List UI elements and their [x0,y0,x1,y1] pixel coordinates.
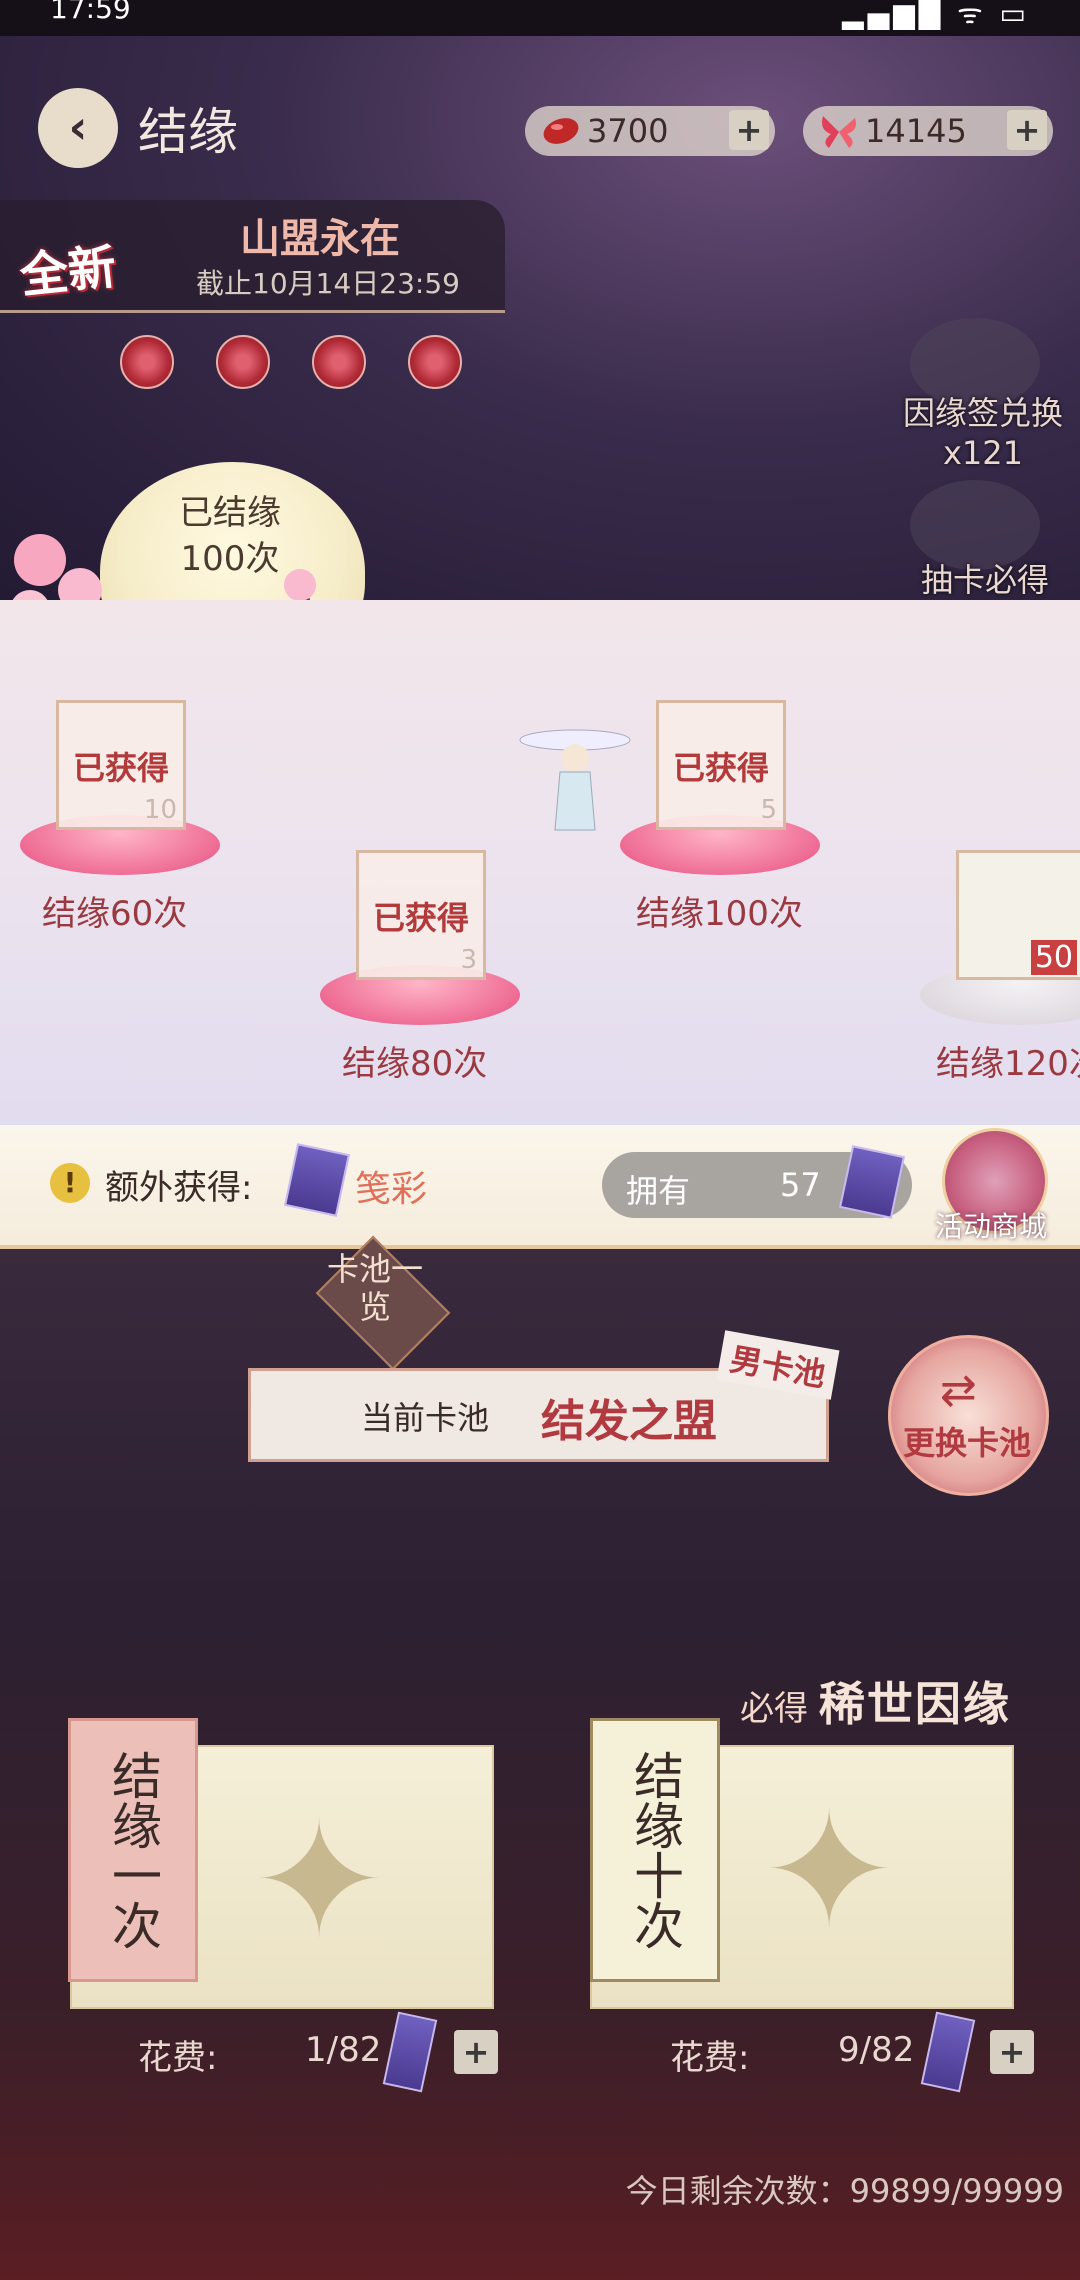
extra-label: 额外获得: [105,1168,253,1208]
draw-once-label: 结缘一次 [68,1718,198,1982]
draw-ten-label: 结缘十次 [590,1718,720,1982]
event-shop-label: 活动商城 [935,1210,1048,1243]
butterfly-icon [822,116,856,148]
add-ticket-button[interactable]: + [990,2030,1034,2074]
flower-dot [216,335,270,389]
reward-card[interactable]: 已获得 5 [656,700,786,830]
red-gem-icon [543,118,579,144]
milestone-label: 结缘120次 [936,1044,1080,1084]
guarantee-label: 必得 稀世因缘 [740,1677,1011,1731]
flower-dot [312,335,366,389]
add-butterfly-button[interactable]: + [1007,110,1047,150]
cost-label: 花费: [670,2038,750,2078]
status-icons: ▂▄▆█ ᯤ ▭ [842,0,1030,30]
cost-label: 花费: [138,2038,218,2078]
milestone-label: 结缘80次 [342,1044,488,1084]
chevron-left-icon: ‹ [68,100,88,154]
page-title: 结缘 [138,103,238,161]
maple-leaf-icon: ✦ [252,1787,387,1974]
remaining-draws: 今日剩余次数：99899/99999 [625,2172,1064,2210]
status-bar: 17:59 ▂▄▆█ ᯤ ▭ [0,0,1080,36]
cost-value: 1/82 [305,2030,382,2070]
status-time: 17:59 [50,0,131,25]
reward-card[interactable]: 50 [956,850,1080,980]
currency-gem: 3700 + [525,106,775,156]
flower-dot [408,335,462,389]
butterfly-count: 14145 [865,112,967,150]
cost-value: 9/82 [838,2030,915,2070]
character-sprite-icon [519,729,631,831]
exchange-label: 因缘签兑换 x121 [902,394,1063,472]
flower-dot [120,335,174,389]
switch-icon: ⇄ [940,1365,977,1416]
add-gem-button[interactable]: + [729,110,769,150]
new-badge: 全新 [17,238,119,305]
guaranteed-draw-label: 抽卡必得 [920,561,1049,599]
reward-card[interactable]: 已获得 10 [56,700,186,830]
maple-leaf-icon: ✦ [762,1777,897,1964]
event-title: 山盟永在 [240,215,400,262]
switch-pool-label: 更换卡池 [903,1424,1032,1462]
info-icon[interactable]: ! [50,1163,90,1203]
back-button[interactable]: ‹ [38,88,118,168]
extra-item-name: 笺彩 [355,1169,428,1210]
reward-card[interactable]: 已获得 3 [356,850,486,980]
pool-preview-label: 卡池一览 [326,1250,423,1326]
milestone-label: 结缘100次 [636,894,803,934]
gem-count: 3700 [587,112,669,150]
event-deadline: 截止10月14日23:59 [196,267,460,300]
currency-butterfly: 14145 + [803,106,1053,156]
milestone-label: 结缘60次 [42,894,188,934]
add-ticket-button[interactable]: + [454,2030,498,2074]
